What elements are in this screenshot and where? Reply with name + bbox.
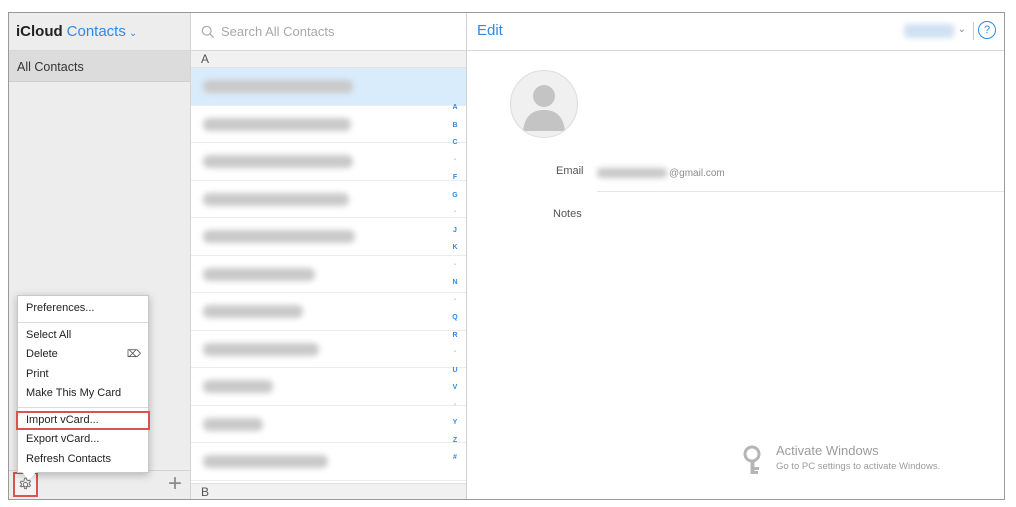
index-letter[interactable]: K [448, 239, 462, 257]
chevron-down-icon[interactable]: ⌄ [129, 28, 137, 39]
section-header-a: A [191, 51, 466, 68]
index-letter[interactable]: • [448, 292, 462, 310]
index-letter[interactable]: Y [448, 414, 462, 432]
menu-item-select-all[interactable]: Select All [18, 326, 148, 346]
contact-detail-pane: Edit ⌄ ? Email @gmail.com Notes Activate… [467, 13, 1004, 499]
blurred-contact-name [203, 230, 355, 243]
menu-item-delete-label: Delete [26, 348, 58, 360]
blurred-contact-name [203, 455, 328, 468]
index-letter[interactable]: Q [448, 309, 462, 327]
menu-separator [18, 321, 148, 323]
brand-label: iCloud [16, 23, 63, 40]
sidebar-header: iCloud Contacts ⌄ [9, 13, 190, 51]
detail-header: Edit ⌄ ? [467, 13, 1004, 51]
menu-pointer [22, 472, 36, 480]
index-letter[interactable]: U [448, 362, 462, 380]
blurred-contact-name [203, 305, 303, 318]
blurred-contact-name [203, 80, 353, 93]
index-letter[interactable]: • [448, 344, 462, 362]
menu-item-delete[interactable]: Delete ⌦ [18, 345, 148, 365]
blurred-contact-name [203, 417, 263, 431]
menu-item-refresh-contacts[interactable]: Refresh Contacts [18, 450, 148, 470]
index-letter[interactable]: Z [448, 432, 462, 450]
contact-row[interactable] [191, 406, 466, 443]
watermark-title: Activate Windows [776, 443, 879, 458]
search-icon [201, 25, 215, 38]
icloud-contacts-window: iCloud Contacts ⌄ All Contacts + Prefere… [8, 12, 1005, 500]
contact-row[interactable] [191, 218, 466, 256]
menu-item-preferences[interactable]: Preferences... [18, 299, 148, 319]
sidebar-footer: + [9, 470, 190, 499]
index-letter[interactable]: N [448, 274, 462, 292]
field-divider [597, 191, 1004, 192]
index-letter[interactable]: C [448, 134, 462, 152]
blurred-contact-name [203, 342, 319, 356]
contact-row[interactable] [191, 68, 466, 106]
contact-row[interactable] [191, 293, 466, 331]
menu-item-import-vcard[interactable]: Import vCard... [16, 410, 150, 430]
index-letter[interactable]: B [448, 117, 462, 135]
index-letter[interactable]: J [448, 222, 462, 240]
plus-icon: + [167, 470, 182, 497]
contact-row[interactable] [191, 443, 466, 481]
blurred-contact-name [203, 380, 273, 393]
avatar[interactable] [510, 70, 578, 138]
blurred-contact-name [203, 267, 315, 281]
blurred-account-name[interactable] [904, 24, 954, 38]
search-bar[interactable]: Search All Contacts [191, 13, 466, 51]
blurred-contact-name [203, 117, 351, 131]
index-letter[interactable]: # [448, 449, 462, 467]
chevron-down-icon[interactable]: ⌄ [958, 24, 966, 35]
section-header-b: B [191, 483, 466, 499]
blurred-contact-name [203, 155, 353, 168]
menu-item-print[interactable]: Print [18, 365, 148, 385]
index-letter[interactable]: • [448, 152, 462, 170]
contact-row[interactable] [191, 368, 466, 406]
index-letter[interactable]: • [448, 257, 462, 275]
index-letter[interactable]: • [448, 204, 462, 222]
email-label: Email [556, 165, 584, 177]
menu-separator [18, 406, 148, 408]
sidebar-item-all-contacts[interactable]: All Contacts [9, 51, 190, 82]
contact-row[interactable] [191, 181, 466, 218]
email-value[interactable]: @gmail.com [597, 163, 725, 183]
key-icon [743, 445, 761, 474]
person-silhouette-icon [523, 85, 565, 131]
contact-row[interactable] [191, 256, 466, 293]
index-letter[interactable]: R [448, 327, 462, 345]
index-letter[interactable]: • [448, 397, 462, 415]
menu-item-make-my-card[interactable]: Make This My Card [18, 384, 148, 404]
notes-label: Notes [553, 208, 582, 220]
contact-list-column: Search All Contacts A A B C • F G • J K • N • Q R • U V •… [191, 13, 467, 499]
alphabet-index[interactable]: A B C • F G • J K • N • Q R • U V • Y Z # [448, 99, 462, 467]
index-letter[interactable]: G [448, 187, 462, 205]
edit-button[interactable]: Edit [477, 22, 503, 39]
menu-item-export-vcard[interactable]: Export vCard... [18, 430, 148, 450]
index-letter[interactable]: V [448, 379, 462, 397]
contact-row[interactable] [191, 106, 466, 143]
search-input[interactable]: Search All Contacts [221, 24, 334, 39]
contact-row[interactable] [191, 143, 466, 181]
settings-menu: Preferences... Select All Delete ⌦ Print… [16, 295, 150, 480]
email-domain: @gmail.com [669, 167, 725, 179]
add-contact-button[interactable]: + [168, 472, 182, 496]
index-letter[interactable]: A [448, 99, 462, 117]
delete-key-icon: ⌦ [126, 349, 141, 360]
watermark-subtitle: Go to PC settings to activate Windows. [776, 461, 941, 472]
app-switcher[interactable]: Contacts [67, 23, 126, 40]
contact-row[interactable] [191, 331, 466, 368]
contact-rows [191, 68, 466, 481]
help-button[interactable]: ? [978, 21, 996, 39]
blurred-contact-name [203, 192, 349, 206]
divider [973, 22, 974, 40]
index-letter[interactable]: F [448, 169, 462, 187]
blurred-email-local-part [597, 168, 667, 178]
